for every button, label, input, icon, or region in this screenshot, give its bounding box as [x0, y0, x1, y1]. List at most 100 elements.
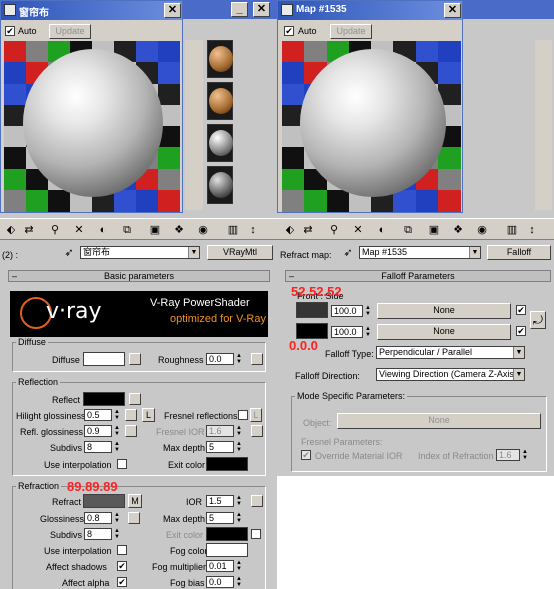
diffuse-map-button[interactable] — [129, 353, 141, 365]
roughness-map-button[interactable] — [251, 353, 263, 365]
falloff-type-select[interactable]: Perpendicular / Parallel ▼ — [376, 346, 525, 359]
side-amount-input[interactable]: 100.0 — [331, 326, 363, 338]
make-unique-icon[interactable]: ▣ — [427, 223, 441, 237]
spinner-arrows-icon[interactable]: ▲ ▼ — [235, 425, 243, 437]
fresnel-lock-l-button[interactable]: L — [250, 408, 262, 422]
minimize-icon[interactable]: _ — [231, 2, 248, 17]
show-end-result-icon[interactable]: ◉ — [196, 223, 210, 237]
refraction-max-depth-input[interactable]: 5 — [206, 512, 234, 524]
spinner-arrows-icon[interactable]: ▲ ▼ — [113, 409, 121, 421]
close-icon[interactable]: ✕ — [164, 3, 181, 18]
spinner-arrows-icon[interactable]: ▲ ▼ — [235, 576, 243, 588]
spinner-arrows-icon[interactable]: ▲ ▼ — [521, 449, 529, 461]
map-type-button[interactable]: Falloff — [487, 245, 551, 260]
show-map-icon[interactable]: ❖ — [451, 223, 465, 237]
delete-icon[interactable]: ✕ — [72, 223, 86, 237]
show-map-icon[interactable]: ❖ — [172, 223, 186, 237]
refract-color-swatch[interactable] — [83, 494, 125, 508]
put-to-scene-icon[interactable]: ⇄ — [22, 223, 36, 237]
pick-material-icon[interactable]: ➶ — [341, 246, 355, 260]
index-of-refraction-input[interactable]: 1.6 — [496, 449, 520, 461]
assign-to-selection-icon[interactable]: ⚲ — [327, 223, 341, 237]
auto-checkbox[interactable]: ✔ — [5, 26, 15, 36]
pick-material-icon[interactable]: ➶ — [62, 246, 76, 260]
update-button[interactable]: Update — [49, 24, 91, 39]
front-map-button[interactable]: None — [377, 303, 511, 319]
refl-glossiness-map-button[interactable] — [125, 425, 137, 437]
sample-slot[interactable] — [207, 40, 233, 78]
glossiness-input[interactable]: 0.8 — [84, 512, 112, 524]
go-forward-icon[interactable]: ↕ — [525, 223, 539, 237]
use-interpolation-checkbox[interactable] — [117, 459, 127, 469]
affect-shadows-checkbox[interactable]: ✔ — [117, 561, 127, 571]
override-ior-checkbox[interactable]: ✔ — [301, 450, 311, 460]
copy-icon[interactable]: ⧉ — [401, 223, 415, 237]
refl-glossiness-input[interactable]: 0.9 — [84, 425, 112, 437]
diffuse-color-swatch[interactable] — [83, 352, 125, 366]
fog-color-swatch[interactable] — [206, 543, 248, 557]
exit-color-swatch[interactable] — [206, 457, 248, 471]
get-material-icon[interactable]: ⬖ — [283, 223, 297, 237]
side-color-swatch[interactable] — [296, 323, 328, 339]
spinner-arrows-icon[interactable]: ▲ ▼ — [235, 560, 243, 572]
get-material-icon[interactable]: ⬖ — [4, 223, 18, 237]
refraction-subdivs-input[interactable]: 8 — [84, 528, 112, 540]
spinner-arrows-icon[interactable]: ▲ ▼ — [113, 512, 121, 524]
glossiness-map-button[interactable] — [128, 512, 140, 524]
spinner-arrows-icon[interactable]: ▲ ▼ — [364, 326, 372, 338]
material-name-field[interactable]: 窗帘布 ▼ — [80, 246, 200, 259]
map-name-field[interactable]: Map #1535 ▼ — [359, 246, 481, 259]
side-map-button[interactable]: None — [377, 324, 511, 340]
spinner-arrows-icon[interactable]: ▲ ▼ — [235, 495, 243, 507]
close-icon[interactable]: ✕ — [253, 2, 270, 17]
spinner-arrows-icon[interactable]: ▲ ▼ — [235, 353, 243, 365]
go-forward-icon[interactable]: ↕ — [246, 223, 260, 237]
update-button[interactable]: Update — [330, 24, 372, 39]
put-to-scene-icon[interactable]: ⇄ — [301, 223, 315, 237]
side-map-checkbox[interactable]: ✔ — [516, 326, 526, 336]
front-amount-input[interactable]: 100.0 — [331, 305, 363, 317]
fresnel-reflections-checkbox[interactable] — [238, 410, 248, 420]
fresnel-ior-input[interactable]: 1.6 — [206, 425, 234, 437]
sample-slot[interactable] — [207, 82, 233, 120]
sample-slot[interactable] — [207, 124, 233, 162]
spinner-arrows-icon[interactable]: ▲ ▼ — [235, 512, 243, 524]
spinner-arrows-icon[interactable]: ▲ ▼ — [113, 425, 121, 437]
sphere-icon[interactable]: ◐ — [375, 223, 389, 237]
basic-parameters-rollout[interactable]: – Basic parameters — [8, 270, 270, 282]
falloff-parameters-rollout[interactable]: – Falloff Parameters — [285, 270, 551, 282]
fresnel-ior-map-button[interactable] — [251, 425, 263, 437]
hilight-glossiness-input[interactable]: 0.5 — [84, 409, 112, 421]
subdivs-input[interactable]: 8 — [84, 441, 112, 453]
refract-map-m-button[interactable]: M — [128, 494, 142, 508]
refraction-use-interpolation-checkbox[interactable] — [117, 545, 127, 555]
spinner-arrows-icon[interactable]: ▲ ▼ — [113, 441, 121, 453]
go-to-parent-icon[interactable]: ▥ — [505, 223, 519, 237]
delete-icon[interactable]: ✕ — [351, 223, 365, 237]
copy-icon[interactable]: ⧉ — [120, 223, 134, 237]
spinner-arrows-icon[interactable]: ▲ ▼ — [113, 528, 121, 540]
reflect-color-swatch[interactable] — [83, 392, 125, 406]
ior-input[interactable]: 1.5 — [206, 495, 234, 507]
refraction-exit-color-swatch[interactable] — [206, 527, 248, 541]
ior-map-button[interactable] — [251, 495, 263, 507]
spinner-arrows-icon[interactable]: ▲ ▼ — [364, 305, 372, 317]
spinner-arrows-icon[interactable]: ▲ ▼ — [235, 441, 243, 453]
make-unique-icon[interactable]: ▣ — [148, 223, 162, 237]
close-icon[interactable]: ✕ — [444, 3, 461, 18]
reflect-map-button[interactable] — [129, 393, 141, 405]
sample-slot[interactable] — [207, 166, 233, 204]
affect-alpha-checkbox[interactable]: ✔ — [117, 577, 127, 587]
hilight-map-button[interactable] — [125, 409, 137, 421]
front-color-swatch[interactable] — [296, 302, 328, 318]
lock-l-button[interactable]: L — [142, 408, 155, 422]
refraction-exit-color-checkbox[interactable] — [251, 529, 261, 539]
front-map-checkbox[interactable]: ✔ — [516, 305, 526, 315]
swap-colors-icon[interactable]: ⤾ — [530, 311, 546, 329]
assign-to-selection-icon[interactable]: ⚲ — [48, 223, 62, 237]
show-end-result-icon[interactable]: ◉ — [475, 223, 489, 237]
material-type-button[interactable]: VRayMtl — [207, 245, 273, 260]
max-depth-input[interactable]: 5 — [206, 441, 234, 453]
roughness-input[interactable]: 0.0 — [206, 353, 234, 365]
sphere-icon[interactable]: ◐ — [96, 223, 110, 237]
